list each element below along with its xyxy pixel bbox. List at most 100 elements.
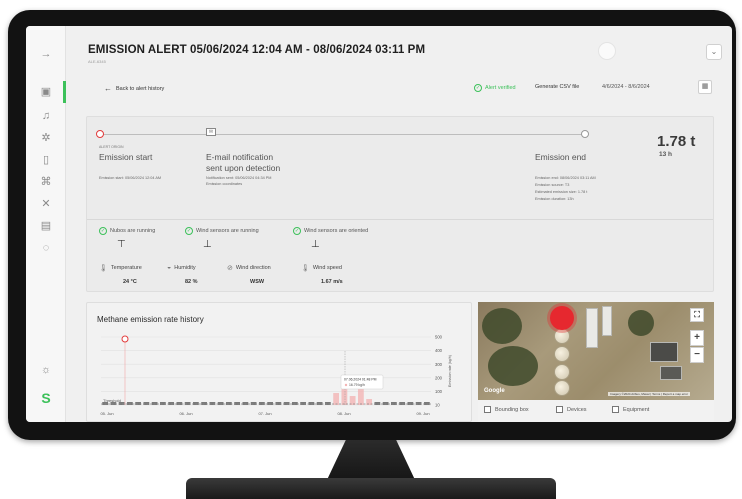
help-icon[interactable]: ◌ — [38, 240, 54, 256]
fullscreen-icon[interactable]: ⛶ — [690, 308, 704, 322]
user-avatar[interactable] — [598, 42, 616, 60]
chart-bar — [225, 402, 232, 405]
chart-bar — [308, 402, 315, 405]
zoom-in-button[interactable]: + — [690, 330, 704, 346]
status-wind-oriented: ✓ Wind sensors are oriented — [293, 227, 368, 235]
sidebar: → ▣ ♫ ✲ ▯ ⌘ ✕ ▤ ◌ ☼ S — [26, 26, 66, 422]
bell-icon[interactable]: ♫ — [38, 108, 54, 124]
wind-sensor-icon: ⊥ — [203, 239, 212, 250]
weather-label: Humidity — [174, 264, 196, 271]
status-nubos: ✓ Nubos are running — [99, 227, 155, 235]
back-link[interactable]: ← Back to alert history — [104, 84, 164, 93]
equipment-block — [586, 308, 598, 348]
report-icon[interactable]: ▤ — [38, 218, 54, 234]
devices-checkbox[interactable]: Devices — [556, 406, 587, 413]
timeline-node-end — [581, 130, 589, 138]
checkbox-label: Bounding box — [495, 406, 529, 413]
nubo-device-icon: ⊤ — [117, 239, 126, 250]
checkbox-box[interactable] — [612, 406, 619, 413]
checkbox-box[interactable] — [484, 406, 491, 413]
equipment-block — [602, 306, 612, 336]
tooltip-swatch — [344, 383, 348, 387]
emission-chart-card: Methane emission rate history 500 400 300 2… — [86, 302, 472, 422]
total-emission-value: 1.78 t — [657, 133, 696, 150]
desktop-stage: → ▣ ♫ ✲ ▯ ⌘ ✕ ▤ ◌ ☼ S EMISSION ALERT 05/… — [0, 0, 742, 499]
status-label: Wind sensors are running — [196, 228, 259, 234]
device-icon[interactable]: ▯ — [38, 152, 54, 168]
map-vegetation — [482, 308, 522, 344]
date-range-field[interactable]: 4/6/2024 - 8/6/2024 — [602, 84, 650, 90]
collapse-arrow-icon[interactable]: → — [38, 46, 54, 62]
chart-bar — [316, 402, 323, 405]
thermometer-icon: 🌡 — [301, 265, 310, 272]
compass-icon: ⊘ — [227, 265, 233, 272]
alert-origin-tag: ALERT ORIGIN — [99, 145, 124, 149]
gear-icon[interactable]: ✲ — [38, 130, 54, 146]
chart-bar — [407, 402, 414, 405]
satellite-map[interactable]: ⛶ + − Google Imagery ©2024 Airbus, Maxar… — [478, 302, 714, 400]
chart-bar — [126, 402, 133, 405]
verified-status: ✓ Alert verified — [474, 84, 516, 92]
alert-start-marker — [121, 335, 129, 343]
equipment-block — [660, 366, 682, 380]
google-logo: Google — [484, 388, 505, 394]
checkbox-box[interactable] — [556, 406, 563, 413]
wind-speed-value: 1.67 m/s — [321, 279, 343, 285]
emission-rate-chart[interactable]: 500 400 300 200 100 10 Emission rate (kg/h) Thr… — [95, 331, 465, 422]
chart-bar — [234, 402, 241, 405]
temperature-value: 24 °C — [123, 279, 137, 285]
tank-marker — [554, 380, 570, 396]
chart-bar — [415, 402, 422, 405]
chart-bar — [399, 402, 406, 405]
tank-marker — [554, 328, 570, 344]
chart-bar — [135, 402, 142, 405]
emission-start-title: Emission start — [99, 152, 153, 162]
chart-bar — [201, 402, 208, 405]
humidity-value: 82 % — [185, 279, 198, 285]
calendar-icon[interactable]: ▦ — [698, 80, 712, 94]
check-circle-icon: ✓ — [474, 84, 482, 92]
wind-direction-value: WSW — [250, 279, 265, 285]
x-tick-label: 07. Jun — [258, 411, 271, 416]
map-attribution[interactable]: Imagery ©2024 Airbus, Maxar | Terms | Re… — [608, 392, 691, 396]
tank-marker — [554, 346, 570, 362]
status-wind-running: ✓ Wind sensors are running — [185, 227, 259, 235]
generate-csv-button[interactable]: Generate CSV file — [535, 84, 579, 90]
timeline-line — [99, 134, 585, 135]
network-icon[interactable]: ⌘ — [38, 174, 54, 190]
zoom-out-button[interactable]: − — [690, 347, 704, 363]
notification-meta-2: Emission coordinates — [206, 182, 243, 186]
monitor-stand-neck — [326, 440, 416, 482]
tooltip-date: 07.06.2024 01:48 PM — [344, 378, 377, 382]
chart-bar — [374, 402, 381, 405]
equipment-checkbox[interactable]: Equipment — [612, 406, 649, 413]
weather-wind-speed: 🌡 Wind speed — [301, 264, 342, 272]
map-vegetation — [488, 346, 538, 386]
status-label: Wind sensors are oriented — [304, 228, 369, 234]
emission-end-meta-3: Estimated emission size: 1.78 t — [535, 190, 588, 194]
emission-end-meta-1: Emission end: 08/06/2024 03:11 AM — [535, 176, 596, 180]
sun-icon[interactable]: ☼ — [38, 362, 54, 378]
dashboard-icon[interactable]: ▣ — [38, 84, 54, 100]
tools-icon[interactable]: ✕ — [38, 196, 54, 212]
timeline-node-start — [96, 130, 104, 138]
y-tick-label: 100 — [435, 389, 443, 394]
chart-bar — [300, 402, 307, 405]
chart-bar — [267, 402, 274, 405]
monitor-stand-base — [186, 478, 556, 499]
chart-bar — [184, 402, 191, 405]
chart-bar — [357, 388, 364, 405]
y-tick-label: 300 — [435, 362, 443, 367]
threshold-label: Threshold — [103, 398, 121, 403]
droplet-icon: ◒ — [167, 264, 172, 271]
chart-bar — [333, 393, 340, 405]
bounding-box-checkbox[interactable]: Bounding box — [484, 406, 529, 413]
y-tick-label: 10 — [435, 403, 440, 408]
site-map-card: ⛶ + − Google Imagery ©2024 Airbus, Maxar… — [478, 302, 714, 422]
tooltip-value: 16.79 kg/h — [349, 383, 365, 387]
emission-source-marker[interactable] — [550, 306, 574, 330]
checkbox-label: Equipment — [623, 406, 650, 413]
verified-label: Alert verified — [485, 85, 516, 91]
card-divider — [87, 219, 713, 220]
chevron-down-icon[interactable]: ⌄ — [706, 44, 722, 60]
